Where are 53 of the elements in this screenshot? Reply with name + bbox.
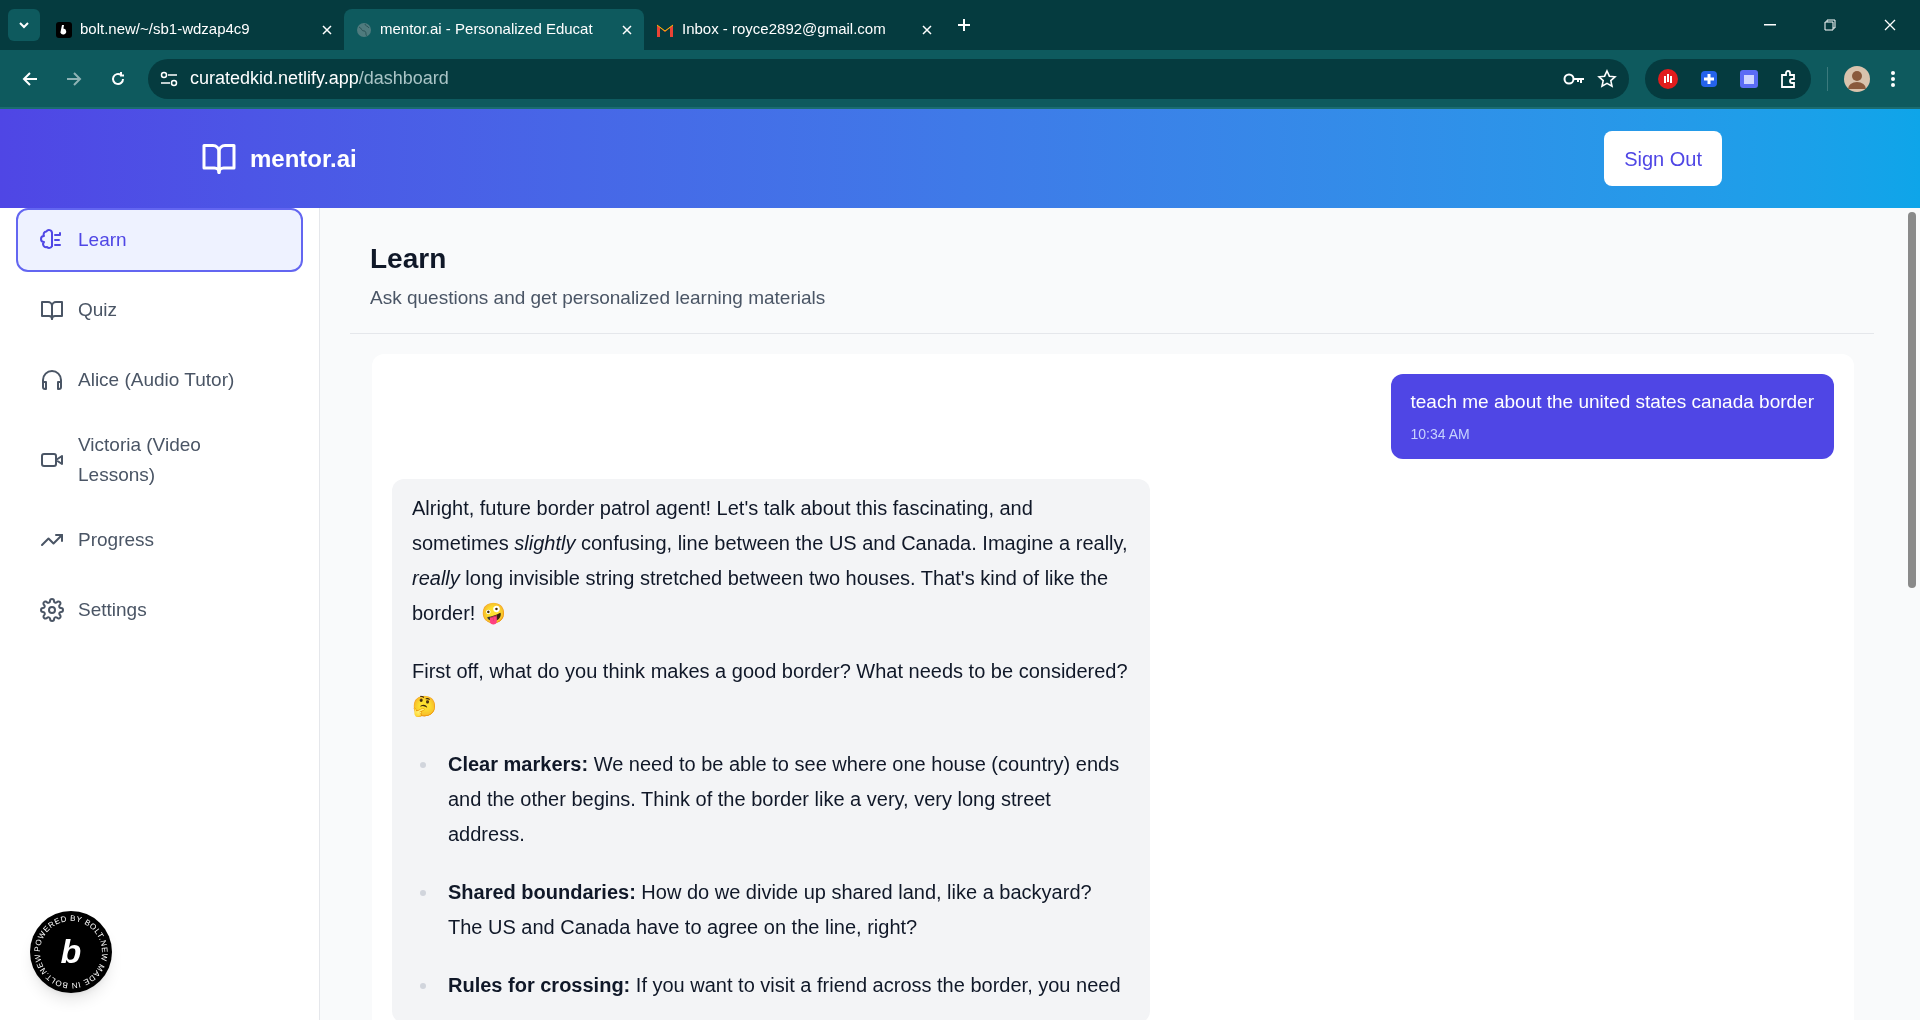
plus-icon	[957, 18, 971, 32]
list-item-text: Clear markers: We need to be able to see where one house (country) ends and the other begins. Think of the border like a very, very long street address.	[448, 752, 1121, 847]
sign-out-button[interactable]: Sign Out	[1604, 131, 1722, 186]
forward-arrow-icon	[66, 70, 82, 87]
tab-title: mentor.ai - Personalized Educat	[380, 19, 594, 40]
close-tab-icon[interactable]	[622, 24, 632, 35]
sidebar-item[interactable]: Settings	[16, 578, 303, 642]
list-item-text: Shared boundaries: How do we divide up shared land, like a backyard? The US and Canada have to agree on the line, right?	[448, 880, 1093, 940]
close-icon	[1884, 19, 1896, 31]
tab-title: Inbox - royce2892@gmail.com	[682, 19, 887, 40]
tab-search-button[interactable]	[8, 9, 40, 41]
settings-icon	[40, 598, 64, 622]
puzzle-extension-icon[interactable]	[1699, 68, 1719, 89]
site-settings-icon	[160, 70, 178, 87]
restore-icon	[1824, 19, 1836, 31]
page-title: Learn	[370, 242, 448, 276]
star-icon[interactable]	[1597, 68, 1617, 89]
key-icon[interactable]	[1563, 71, 1585, 86]
list-item-text: Rules for crossing: If you want to visit a friend across the border, you need	[448, 973, 1121, 998]
bullet-icon	[420, 762, 426, 768]
reload-icon	[110, 70, 126, 87]
window-extension-icon[interactable]	[1739, 68, 1759, 89]
back-arrow-icon	[22, 70, 38, 87]
tab-title: bolt.new/~/sb1-wdzap4c9	[80, 19, 251, 40]
close-tab-icon[interactable]	[922, 24, 932, 35]
brain-icon	[40, 228, 64, 252]
more-vertical-icon	[1891, 70, 1895, 87]
sidebar-item[interactable]: Victoria (Video Lessons)	[16, 418, 303, 502]
sidebar-item[interactable]: Quiz	[16, 278, 303, 342]
globe-icon	[356, 21, 372, 38]
message-paragraph: Alright, future border patrol agent! Let's talk about this fascinating, and sometimes slightly confusing, line between the US and Canada. Imagine a really, really long invisible string stretched between two houses. That's kind of like the border! 🤪	[412, 496, 1129, 627]
url-text: curatedkid.netlify.app/dashboard	[190, 67, 449, 90]
minimize-icon	[1764, 24, 1776, 26]
headphones-icon	[40, 368, 64, 392]
address-bar[interactable]: curatedkid.netlify.app/dashboard	[148, 58, 1629, 99]
page-subtitle: Ask questions and get personalized learning materials	[370, 286, 827, 310]
close-tab-icon[interactable]	[322, 24, 332, 35]
browser-tab[interactable]: mentor.ai - Personalized Educat	[344, 9, 644, 50]
book-icon	[40, 298, 64, 322]
browser-tab[interactable]: bolt.new/~/sb1-wdzap4c9	[44, 9, 344, 50]
message-text: teach me about the united states canada border	[1410, 389, 1814, 414]
brand-name: mentor.ai	[250, 143, 357, 174]
chevron-down-icon	[18, 19, 30, 31]
message-paragraph: First off, what do you think makes a good border? What needs to be considered? 🤔	[412, 659, 1129, 719]
sidebar-item[interactable]: Learn	[16, 208, 303, 272]
bullet-icon	[420, 890, 426, 896]
mail-icon	[656, 22, 674, 37]
bullet-icon	[420, 983, 426, 989]
profile-avatar-icon[interactable]	[1844, 65, 1870, 92]
sidebar-item[interactable]: Alice (Audio Tutor)	[16, 348, 303, 412]
sidebar-item[interactable]: Progress	[16, 508, 303, 572]
browser-tab[interactable]: Inbox - royce2892@gmail.com	[644, 9, 944, 50]
message-time: 10:34 AM	[1410, 425, 1471, 444]
